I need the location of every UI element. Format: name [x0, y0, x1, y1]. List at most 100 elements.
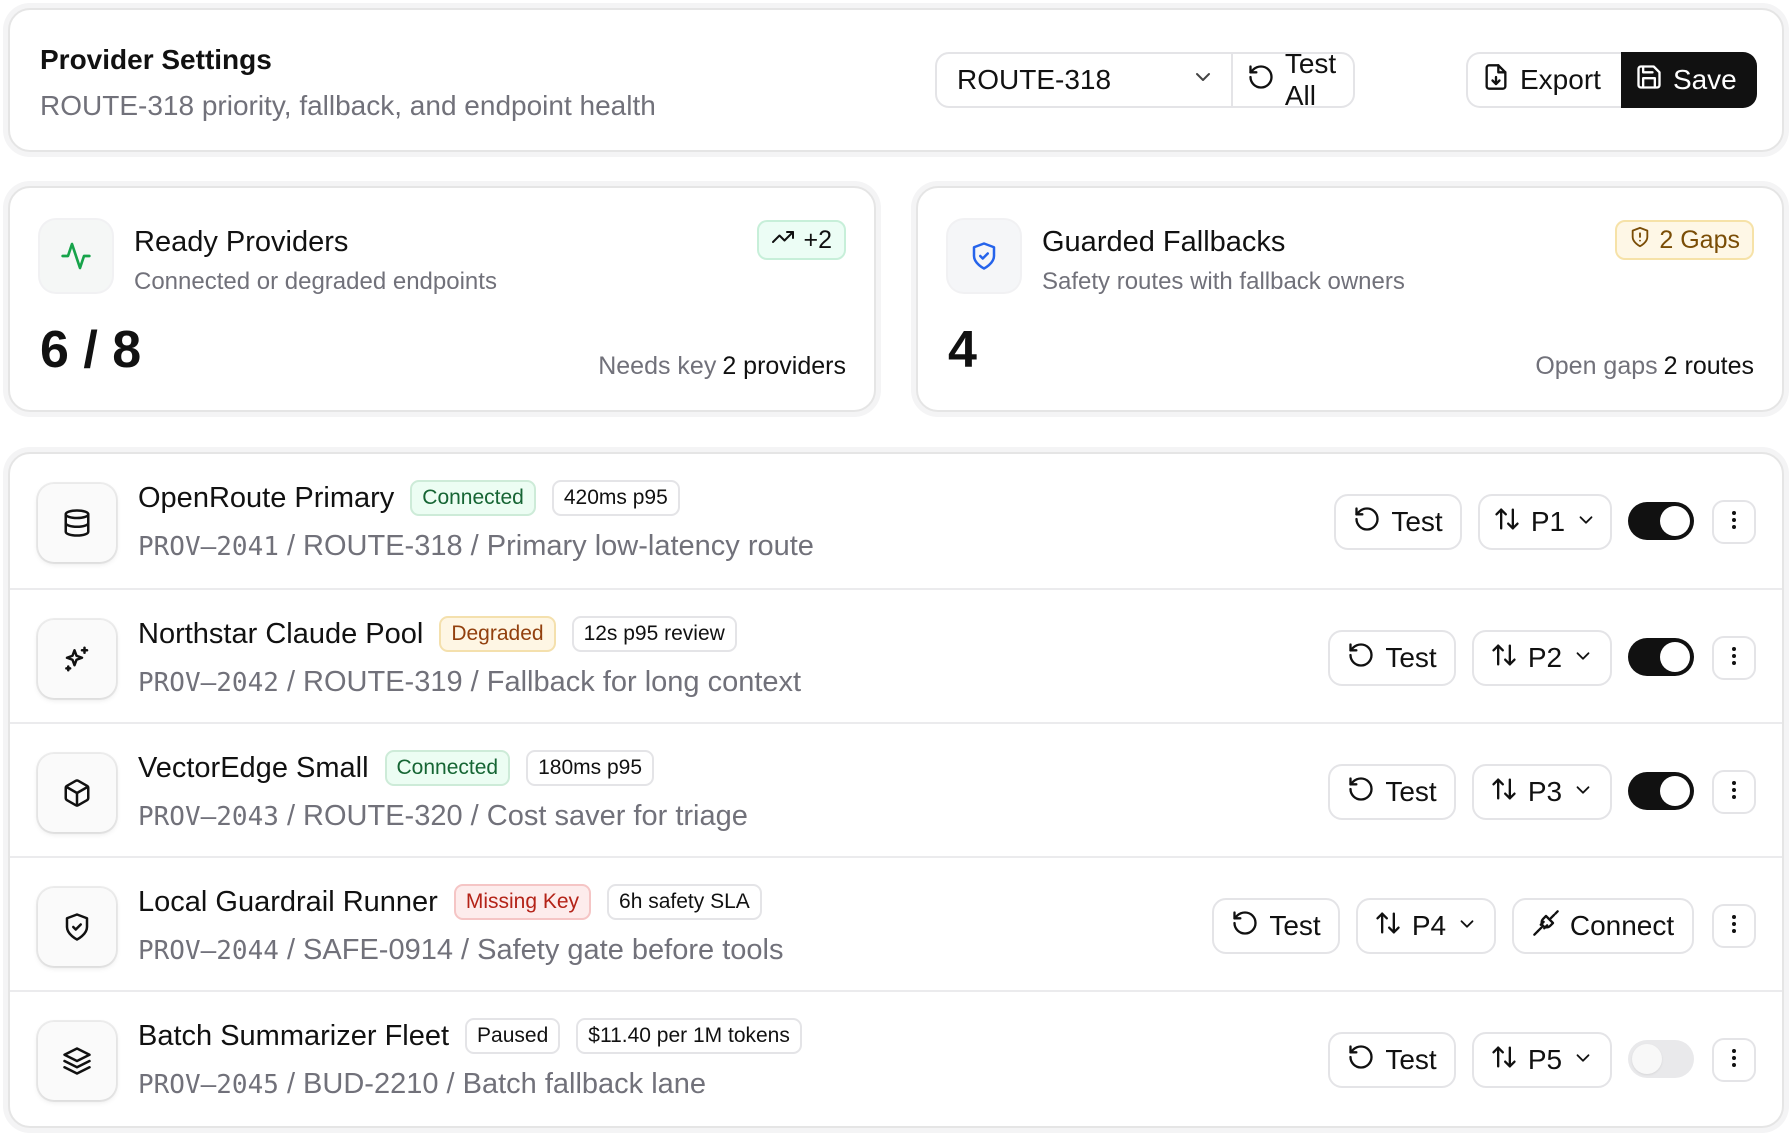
- save-button[interactable]: Save: [1620, 52, 1757, 108]
- more-button[interactable]: [1712, 770, 1756, 814]
- sparkles-icon: [38, 620, 116, 698]
- provider-route: / ROUTE-318 / Primary low-latency route: [278, 530, 814, 562]
- shield-check-icon: [948, 220, 1020, 292]
- priority-select[interactable]: P1: [1478, 494, 1612, 550]
- enable-toggle[interactable]: [1628, 638, 1694, 676]
- chevron-down-icon: [1572, 776, 1594, 808]
- activity-icon: [40, 220, 112, 292]
- more-vertical-icon: [1722, 508, 1746, 537]
- stat-footer: Needs key 2 providers: [598, 352, 846, 381]
- provider-route: / ROUTE-320 / Cost saver for triage: [278, 800, 748, 832]
- provider-id: PROV–2045: [138, 1070, 279, 1100]
- refresh-icon: [1347, 641, 1375, 676]
- provider-id: PROV–2041: [138, 532, 279, 562]
- stat-title: Guarded Fallbacks: [1042, 226, 1286, 258]
- header-card: Provider Settings ROUTE-318 priority, fa…: [8, 8, 1784, 152]
- chevron-down-icon: [1572, 642, 1594, 674]
- enable-toggle[interactable]: [1628, 1040, 1694, 1078]
- provider-name-row: Batch Summarizer Fleet Paused $11.40 per…: [138, 1018, 802, 1054]
- test-button[interactable]: Test: [1328, 630, 1456, 686]
- arrows-up-down-icon: [1374, 909, 1402, 944]
- provider-name-row: Local Guardrail Runner Missing Key 6h sa…: [138, 884, 762, 920]
- arrows-up-down-icon: [1490, 1043, 1518, 1078]
- export-label: Export: [1520, 64, 1601, 95]
- stat-footer: Open gaps 2 routes: [1535, 352, 1754, 381]
- provider-list: OpenRoute Primary Connected 420ms p95 PR…: [8, 452, 1784, 1128]
- connect-label: Connect: [1569, 910, 1675, 941]
- box-icon: [38, 754, 116, 832]
- provider-id: PROV–2044: [138, 936, 279, 966]
- export-save-group: Export Save: [1466, 52, 1757, 108]
- layers-icon: [38, 1022, 116, 1100]
- test-button[interactable]: Test: [1212, 898, 1340, 954]
- priority-select[interactable]: P2: [1472, 630, 1612, 686]
- provider-route: / BUD-2210 / Batch fallback lane: [278, 1068, 707, 1100]
- export-button[interactable]: Export: [1466, 52, 1621, 108]
- status-badge: Paused: [465, 1018, 561, 1054]
- route-select[interactable]: ROUTE-318: [937, 54, 1231, 106]
- stat-value: 6 / 8: [40, 321, 142, 379]
- chevron-down-icon: [1191, 64, 1215, 96]
- refresh-icon: [1347, 775, 1375, 810]
- more-button[interactable]: [1712, 500, 1756, 544]
- plug-icon: [1532, 909, 1560, 944]
- provider-row: VectorEdge Small Connected 180ms p95 PRO…: [10, 722, 1782, 856]
- test-button[interactable]: Test: [1328, 764, 1456, 820]
- latency-badge: 180ms p95: [526, 750, 654, 786]
- test-all-button[interactable]: Test All: [1233, 48, 1353, 111]
- chevron-down-icon: [1572, 1044, 1594, 1076]
- more-button[interactable]: [1712, 636, 1756, 680]
- arrows-up-down-icon: [1490, 775, 1518, 810]
- shield-alert-icon: [1629, 226, 1651, 255]
- priority-value: P2: [1527, 642, 1563, 673]
- priority-value: P5: [1527, 1044, 1563, 1075]
- connect-button[interactable]: Connect: [1512, 898, 1694, 954]
- more-button[interactable]: [1712, 1038, 1756, 1082]
- provider-name-row: OpenRoute Primary Connected 420ms p95: [138, 480, 680, 516]
- test-button[interactable]: Test: [1328, 1032, 1456, 1088]
- provider-row: Northstar Claude Pool Degraded 12s p95 r…: [10, 588, 1782, 722]
- gaps-value: 2 Gaps: [1659, 225, 1740, 254]
- guarded-fallbacks-card: Guarded Fallbacks Safety routes with fal…: [916, 186, 1784, 412]
- more-button[interactable]: [1712, 904, 1756, 948]
- priority-value: P4: [1411, 910, 1447, 941]
- test-label: Test: [1269, 910, 1321, 941]
- provider-id: PROV–2042: [138, 668, 279, 698]
- chevron-down-icon: [1575, 506, 1597, 538]
- provider-name: Northstar Claude Pool: [138, 617, 424, 650]
- enable-toggle[interactable]: [1628, 502, 1694, 540]
- priority-select[interactable]: P3: [1472, 764, 1612, 820]
- toggle-knob: [1632, 1044, 1662, 1074]
- provider-name-row: VectorEdge Small Connected 180ms p95: [138, 750, 654, 786]
- latency-badge: 12s p95 review: [571, 616, 737, 652]
- provider-route: / ROUTE-319 / Fallback for long context: [278, 666, 802, 698]
- provider-id: PROV–2043: [138, 802, 279, 832]
- trend-badge: +2: [757, 220, 846, 260]
- test-label: Test: [1391, 506, 1443, 537]
- priority-select[interactable]: P5: [1472, 1032, 1612, 1088]
- provider-route: / SAFE-0914 / Safety gate before tools: [278, 934, 784, 966]
- provider-row: Local Guardrail Runner Missing Key 6h sa…: [10, 856, 1782, 990]
- provider-row: OpenRoute Primary Connected 420ms p95 PR…: [10, 454, 1782, 588]
- more-vertical-icon: [1722, 912, 1746, 941]
- file-download-icon: [1482, 63, 1510, 98]
- provider-detail: PROV–2043 / ROUTE-320 / Cost saver for t…: [138, 800, 748, 833]
- stat-title: Ready Providers: [134, 226, 349, 258]
- priority-select[interactable]: P4: [1356, 898, 1496, 954]
- stat-footer-value: 2 providers: [722, 352, 846, 380]
- sla-badge: 6h safety SLA: [607, 884, 762, 920]
- latency-badge: 420ms p95: [551, 480, 680, 516]
- arrows-up-down-icon: [1490, 641, 1518, 676]
- toggle-knob: [1660, 776, 1690, 806]
- page-title: Provider Settings: [40, 44, 272, 75]
- chevron-down-icon: [1456, 910, 1478, 942]
- enable-toggle[interactable]: [1628, 772, 1694, 810]
- cost-badge: $11.40 per 1M tokens: [576, 1018, 802, 1054]
- more-vertical-icon: [1722, 644, 1746, 673]
- stat-footer-value: 2 routes: [1663, 352, 1754, 380]
- stat-footer-label: Needs key: [598, 352, 717, 380]
- stat-footer-label: Open gaps: [1535, 352, 1658, 380]
- trending-up-icon: [771, 225, 795, 256]
- status-badge: Connected: [384, 750, 511, 786]
- test-button[interactable]: Test: [1334, 494, 1462, 550]
